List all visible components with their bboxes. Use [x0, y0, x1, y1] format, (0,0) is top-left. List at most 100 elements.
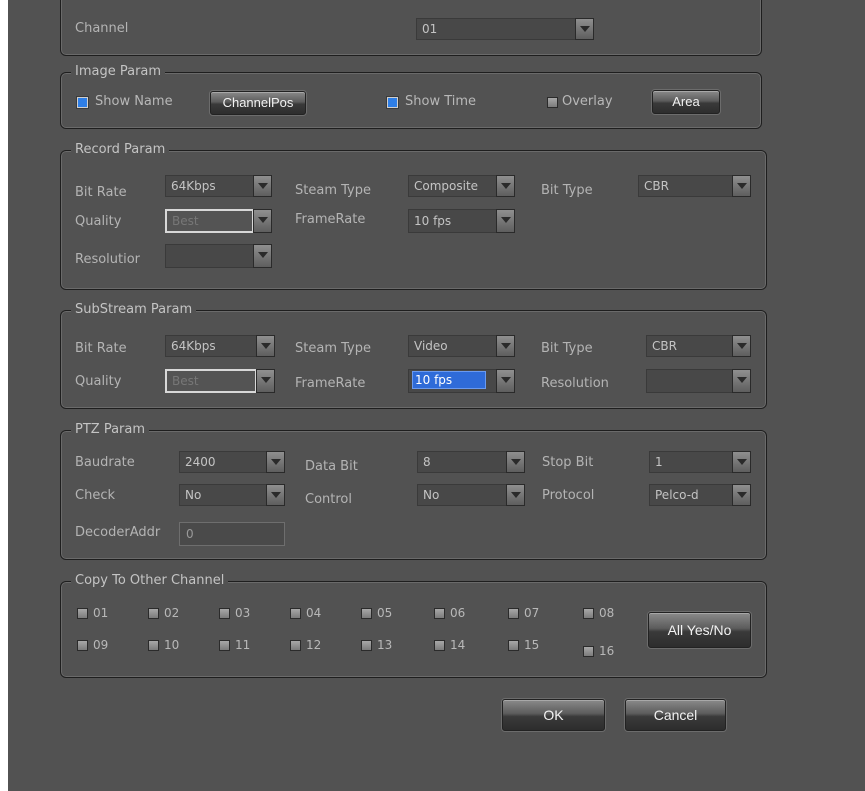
channel-checkbox[interactable] — [290, 608, 301, 619]
record-frame-rate-label: FrameRate — [295, 212, 366, 227]
chevron-down-icon[interactable] — [732, 369, 751, 393]
chevron-down-icon[interactable] — [575, 18, 594, 40]
channel-select-value: 01 — [416, 18, 576, 40]
stop-bit-label: Stop Bit — [542, 455, 594, 470]
channel-checkbox[interactable] — [361, 608, 372, 619]
chevron-down-icon[interactable] — [732, 175, 751, 197]
show-name-label: Show Name — [95, 94, 173, 109]
channel-checkbox-label: 01 — [93, 606, 109, 620]
sub-frame-rate-select[interactable]: 10 fps — [408, 369, 515, 393]
channel-checkbox-item[interactable]: 13 — [361, 638, 411, 654]
sub-bit-rate-value: 64Kbps — [165, 335, 257, 357]
chevron-down-icon[interactable] — [266, 484, 285, 506]
chevron-down-icon[interactable] — [253, 244, 272, 268]
check-select[interactable]: No — [179, 484, 285, 506]
channel-checkbox-item[interactable]: 05 — [361, 606, 411, 622]
chevron-down-icon[interactable] — [266, 451, 285, 473]
channel-checkbox-label: 14 — [450, 638, 466, 652]
control-select[interactable]: No — [417, 484, 525, 506]
area-button[interactable]: Area — [652, 90, 720, 114]
channel-checkbox[interactable] — [148, 608, 159, 619]
check-value: No — [179, 484, 267, 506]
channel-checkbox[interactable] — [361, 640, 372, 651]
channel-checkbox-item[interactable]: 01 — [77, 606, 127, 622]
all-yes-no-button[interactable]: All Yes/No — [648, 612, 751, 648]
record-param-title: Record Param — [71, 142, 170, 158]
protocol-select[interactable]: Pelco-d — [649, 484, 751, 506]
channel-checkbox-item[interactable]: 15 — [508, 638, 558, 654]
channel-checkbox[interactable] — [77, 608, 88, 619]
sub-resolution-select[interactable] — [646, 369, 751, 393]
channel-checkbox-item[interactable]: 09 — [77, 638, 127, 654]
channel-group: Channel 01 — [60, 0, 762, 56]
channel-checkbox[interactable] — [508, 640, 519, 651]
record-bit-type-select[interactable]: CBR — [638, 175, 751, 197]
chevron-down-icon[interactable] — [253, 175, 272, 197]
sub-quality-select: Best — [165, 369, 275, 393]
channel-checkbox-item[interactable]: 04 — [290, 606, 340, 622]
chevron-down-icon[interactable] — [496, 175, 515, 197]
show-time-checkbox[interactable] — [387, 97, 398, 108]
channel-checkbox[interactable] — [219, 640, 230, 651]
stop-bit-select[interactable]: 1 — [649, 451, 751, 473]
show-name-checkbox[interactable] — [77, 97, 88, 108]
chevron-down-icon[interactable] — [496, 209, 515, 233]
chevron-down-icon[interactable] — [506, 484, 525, 506]
channel-select[interactable]: 01 — [416, 18, 594, 40]
channel-checkbox-label: 13 — [377, 638, 393, 652]
sub-steam-type-select[interactable]: Video — [408, 335, 515, 357]
copy-channel-group: Copy To Other Channel 01 02 03 04 05 06 07 08 09… — [60, 573, 767, 678]
channel-checkbox[interactable] — [290, 640, 301, 651]
sub-bit-rate-select[interactable]: 64Kbps — [165, 335, 275, 357]
ptz-param-group: PTZ Param Baudrate 2400 Data Bit 8 Stop … — [60, 422, 767, 560]
record-resolution-value — [165, 244, 254, 268]
record-bit-rate-select[interactable]: 64Kbps — [165, 175, 272, 197]
chevron-down-icon[interactable] — [732, 451, 751, 473]
channel-checkbox[interactable] — [434, 640, 445, 651]
ok-button[interactable]: OK — [502, 699, 605, 731]
channel-checkbox[interactable] — [434, 608, 445, 619]
chevron-down-icon[interactable] — [256, 335, 275, 357]
channel-checkbox[interactable] — [77, 640, 88, 651]
channel-checkbox[interactable] — [583, 608, 594, 619]
protocol-label: Protocol — [542, 488, 595, 503]
channel-pos-button[interactable]: ChannelPos — [210, 91, 306, 115]
channel-checkbox-item[interactable]: 07 — [508, 606, 558, 622]
channel-checkbox[interactable] — [219, 608, 230, 619]
check-label: Check — [75, 488, 115, 503]
record-bit-type-label: Bit Type — [541, 183, 593, 198]
channel-checkbox-item[interactable]: 03 — [219, 606, 269, 622]
chevron-down-icon[interactable] — [506, 451, 525, 473]
channel-checkbox-item[interactable]: 11 — [219, 638, 269, 654]
chevron-down-icon — [256, 369, 275, 393]
channel-checkbox-label: 07 — [524, 606, 540, 620]
chevron-down-icon[interactable] — [496, 369, 515, 393]
channel-checkbox-item[interactable]: 12 — [290, 638, 340, 654]
channel-checkbox-item[interactable]: 16 — [583, 644, 633, 660]
image-param-title: Image Param — [71, 64, 166, 80]
cancel-button[interactable]: Cancel — [625, 699, 726, 731]
channel-checkbox[interactable] — [148, 640, 159, 651]
sub-bit-type-select[interactable]: CBR — [646, 335, 751, 357]
channel-checkbox-item[interactable]: 14 — [434, 638, 484, 654]
channel-checkbox[interactable] — [508, 608, 519, 619]
baudrate-select[interactable]: 2400 — [179, 451, 285, 473]
channel-checkbox-item[interactable]: 08 — [583, 606, 633, 622]
chevron-down-icon[interactable] — [732, 484, 751, 506]
channel-checkbox-item[interactable]: 02 — [148, 606, 198, 622]
data-bit-select[interactable]: 8 — [417, 451, 525, 473]
sub-quality-label: Quality — [75, 374, 122, 389]
record-steam-type-select[interactable]: Composite — [408, 175, 515, 197]
chevron-down-icon[interactable] — [732, 335, 751, 357]
channel-checkbox-item[interactable]: 10 — [148, 638, 198, 654]
channel-checkbox[interactable] — [583, 646, 594, 657]
channel-checkbox-item[interactable]: 06 — [434, 606, 484, 622]
record-frame-rate-select[interactable]: 10 fps — [408, 209, 515, 233]
decoder-addr-input[interactable]: 0 — [179, 522, 285, 546]
channel-checkbox-label: 03 — [235, 606, 251, 620]
record-quality-value: Best — [165, 209, 254, 233]
chevron-down-icon[interactable] — [496, 335, 515, 357]
record-resolution-select[interactable] — [165, 244, 272, 268]
stop-bit-value: 1 — [649, 451, 733, 473]
overlay-checkbox[interactable] — [547, 97, 558, 108]
